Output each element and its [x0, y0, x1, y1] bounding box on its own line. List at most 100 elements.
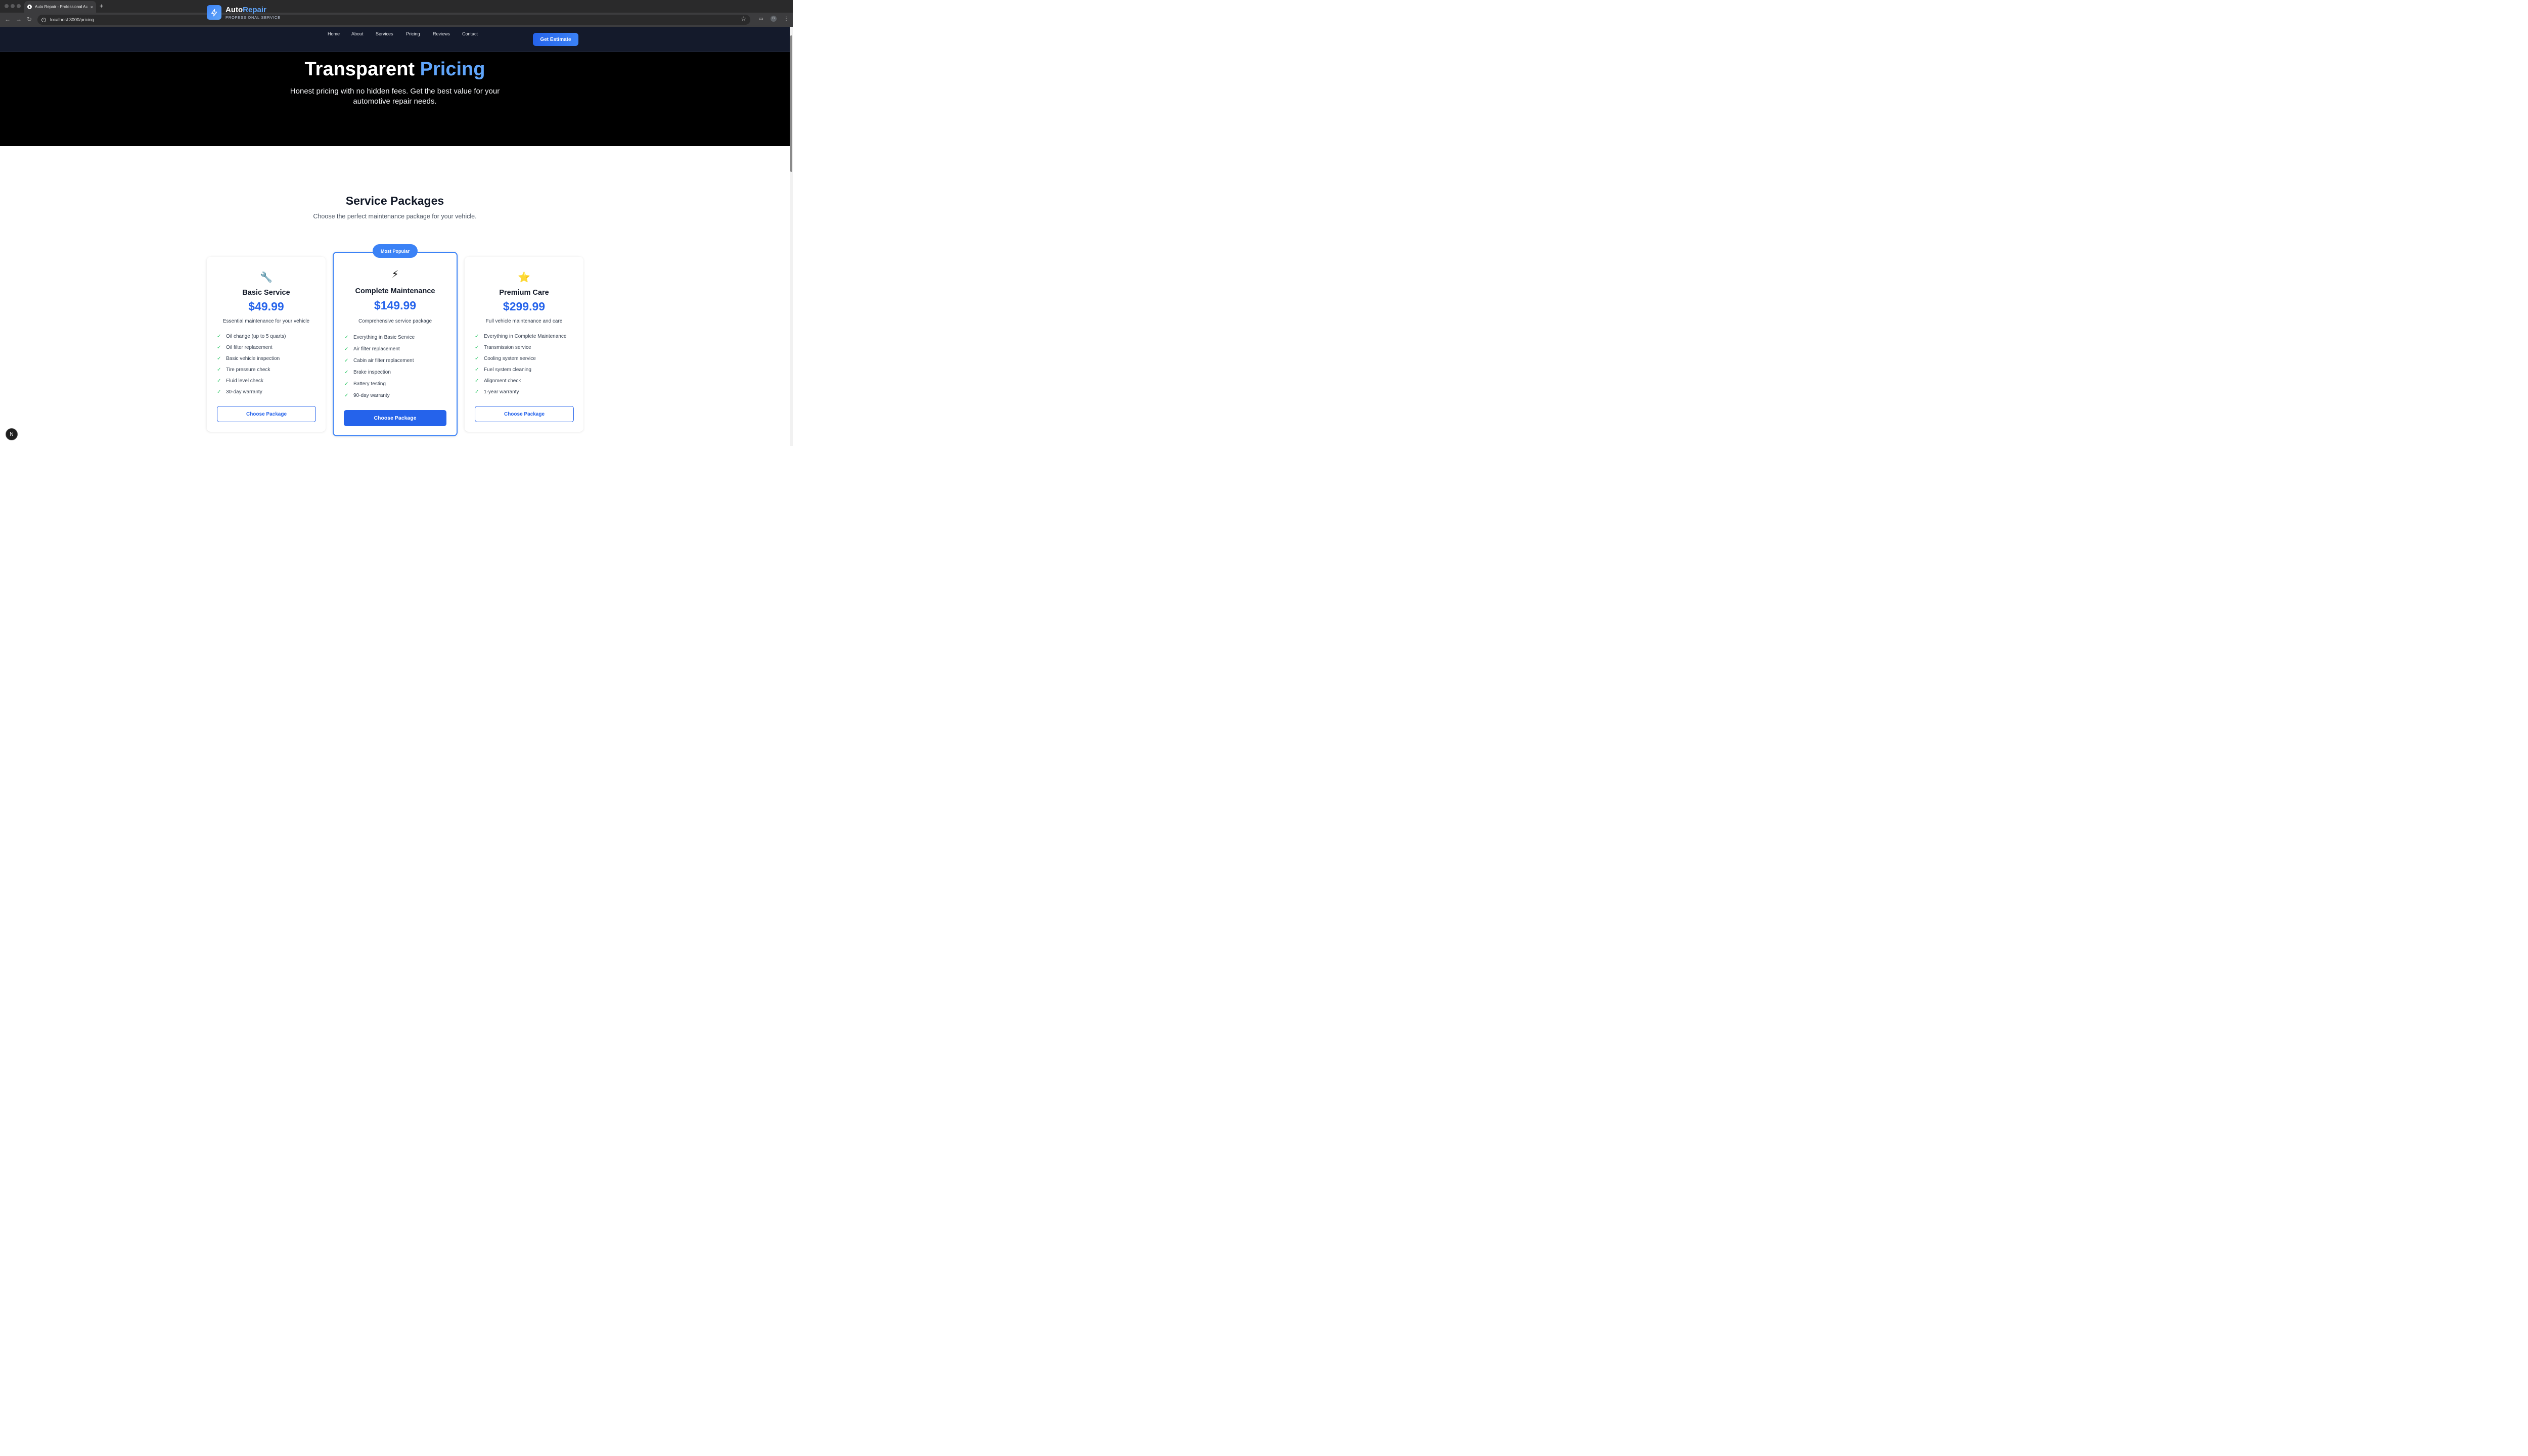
profile-avatar[interactable]: G — [770, 15, 777, 22]
choose-package-button[interactable]: Choose Package — [343, 410, 446, 426]
nav-home[interactable]: Home — [328, 31, 340, 36]
hero-title-accent: Pricing — [420, 58, 485, 80]
feature-text: Fuel system cleaning — [483, 367, 531, 373]
site-info-icon[interactable]: i — [41, 17, 46, 22]
choose-package-button[interactable]: Choose Package — [474, 405, 574, 422]
feature-item: ✓ Fuel system cleaning — [475, 364, 566, 375]
check-icon: ✓ — [216, 344, 221, 350]
get-estimate-button[interactable]: Get Estimate — [532, 32, 578, 46]
browser-tab[interactable]: ▲ Auto Repair - Professional Au × — [24, 1, 96, 13]
feature-text: Everything in Complete Maintenance — [483, 333, 567, 339]
package-description: Essential maintenance for your vehicle — [222, 318, 310, 324]
feature-text: Oil change (up to 5 quarts) — [225, 333, 286, 339]
package-card-complete: ⚡ Complete Maintenance $149.99 Comprehen… — [332, 251, 458, 436]
hero-title-main: Transparent — [304, 58, 420, 80]
check-icon: ✓ — [344, 346, 349, 352]
check-icon: ✓ — [344, 381, 349, 387]
check-icon: ✓ — [216, 355, 221, 361]
check-icon: ✓ — [474, 378, 479, 384]
feature-text: Basic vehicle inspection — [225, 355, 280, 361]
menu-kebab-icon[interactable]: ⋮ — [784, 16, 789, 21]
packages-subtitle: Choose the perfect maintenance package f… — [313, 212, 477, 220]
check-icon: ✓ — [216, 389, 221, 395]
star-icon: ⭐ — [518, 271, 530, 283]
url-text[interactable]: localhost:3000/pricing — [50, 17, 94, 22]
nav-contact[interactable]: Contact — [462, 31, 478, 36]
packages-title: Service Packages — [345, 194, 444, 207]
window-minimize-control[interactable] — [10, 4, 15, 8]
feature-item: ✓ Everything in Basic Service — [344, 332, 415, 343]
nextjs-dev-badge[interactable]: N — [5, 428, 18, 440]
feature-text: Everything in Basic Service — [353, 334, 415, 340]
forward-icon[interactable]: → — [16, 16, 22, 23]
new-tab-button[interactable]: + — [100, 2, 104, 10]
brand-main: Auto — [225, 5, 243, 14]
feature-text: Transmission service — [483, 344, 531, 350]
nav-services[interactable]: Services — [376, 31, 393, 36]
feature-text: Air filter replacement — [353, 346, 400, 352]
lightning-logo-icon[interactable] — [206, 5, 221, 20]
address-bar[interactable]: i localhost:3000/pricing — [37, 14, 750, 25]
check-icon: ✓ — [344, 392, 349, 398]
page-scrollbar-thumb[interactable] — [790, 35, 792, 172]
feature-item: ✓ Tire pressure check — [217, 364, 286, 375]
feature-text: Fluid level check — [225, 378, 263, 384]
package-price: $299.99 — [503, 299, 546, 313]
check-icon: ✓ — [474, 367, 479, 373]
package-name: Basic Service — [242, 288, 290, 297]
package-name: Complete Maintenance — [355, 287, 435, 295]
choose-package-button[interactable]: Choose Package — [216, 405, 316, 422]
window-zoom-control[interactable] — [16, 4, 21, 8]
feature-text: 90-day warranty — [353, 392, 390, 398]
tab-title: Auto Repair - Professional Au — [34, 4, 87, 9]
package-card-basic: 🔧 Basic Service $49.99 Essential mainten… — [206, 256, 326, 432]
package-description: Comprehensive service package — [358, 318, 432, 324]
feature-item: ✓ Alignment check — [475, 375, 566, 386]
wrench-icon: 🔧 — [260, 271, 273, 283]
lightning-icon: ⚡ — [391, 268, 399, 280]
feature-list: ✓ Everything in Complete Maintenance ✓ Tra… — [475, 331, 566, 397]
feature-item: ✓ Everything in Complete Maintenance — [475, 331, 566, 342]
hero-title: Transparent Pricing — [0, 59, 790, 80]
back-icon[interactable]: ← — [5, 16, 11, 23]
feature-item: ✓ Battery testing — [344, 378, 415, 390]
feature-item: ✓ Brake inspection — [344, 367, 415, 378]
package-description: Full vehicle maintenance and care — [485, 318, 563, 324]
brand-tagline: PROFESSIONAL SERVICE — [225, 15, 281, 20]
hero-subtitle: Honest pricing with no hidden fees. Get … — [290, 86, 500, 106]
feature-item: ✓ Oil filter replacement — [217, 342, 286, 353]
nav-about[interactable]: About — [351, 31, 364, 36]
tab-close-icon[interactable]: × — [91, 4, 93, 9]
check-icon: ✓ — [344, 357, 349, 363]
feature-list: ✓ Everything in Basic Service ✓ Air filter… — [344, 332, 415, 401]
tab-search-icon[interactable]: ▭ — [759, 16, 763, 21]
brand-name[interactable]: AutoRepair — [225, 6, 266, 14]
feature-item: ✓ Air filter replacement — [344, 343, 415, 355]
feature-text: Battery testing — [353, 381, 386, 387]
bookmark-star-icon[interactable]: ☆ — [741, 15, 746, 22]
feature-text: 1-year warranty — [483, 389, 519, 395]
nav-pricing[interactable]: Pricing — [406, 31, 420, 36]
check-icon: ✓ — [216, 367, 221, 373]
check-icon: ✓ — [344, 334, 349, 340]
feature-item: ✓ Cabin air filter replacement — [344, 355, 415, 367]
feature-text: Brake inspection — [353, 369, 391, 375]
site-header — [0, 26, 790, 52]
check-icon: ✓ — [474, 355, 479, 361]
feature-text: Cabin air filter replacement — [353, 357, 414, 363]
nav-reviews[interactable]: Reviews — [433, 31, 450, 36]
feature-text: Tire pressure check — [225, 367, 270, 373]
favicon-icon: ▲ — [27, 4, 32, 9]
window-close-control[interactable] — [4, 4, 9, 8]
most-popular-badge: Most Popular — [372, 244, 418, 258]
check-icon: ✓ — [474, 344, 479, 350]
feature-text: Alignment check — [483, 378, 521, 384]
reload-icon[interactable]: ↻ — [27, 16, 32, 23]
feature-item: ✓ 30-day warranty — [217, 386, 286, 397]
feature-item: ✓ Cooling system service — [475, 353, 566, 364]
feature-text: Cooling system service — [483, 355, 536, 361]
feature-text: Oil filter replacement — [225, 344, 273, 350]
feature-list: ✓ Oil change (up to 5 quarts) ✓ Oil filter… — [217, 331, 286, 397]
browser-toolbar: ← → ↻ i localhost:3000/pricing ☆ ▭ G ⋮ — [0, 12, 793, 27]
package-card-premium: ⭐ Premium Care $299.99 Full vehicle main… — [464, 256, 583, 432]
